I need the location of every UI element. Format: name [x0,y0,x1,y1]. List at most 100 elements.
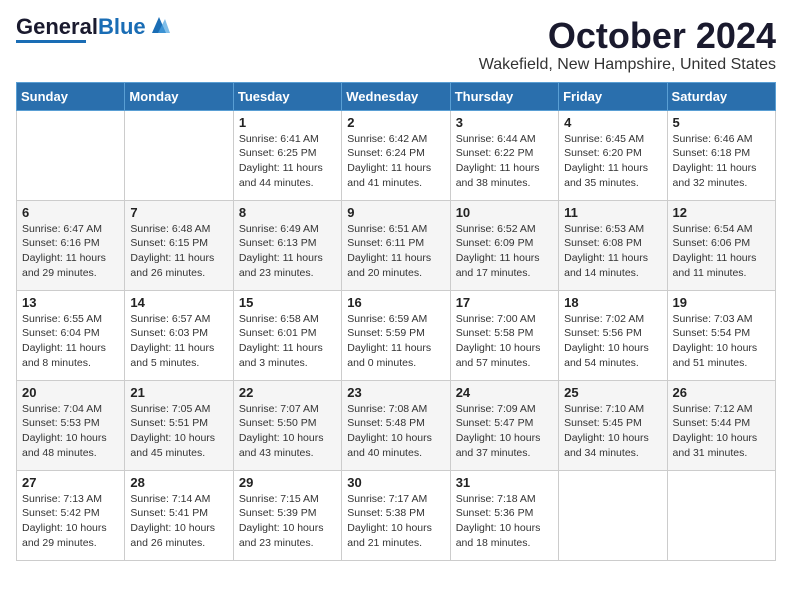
logo-general: General [16,14,98,39]
weekday-header: Thursday [450,82,558,110]
day-number: 30 [347,475,444,490]
calendar-cell: 27 Sunrise: 7:13 AMSunset: 5:42 PMDayligh… [17,470,125,560]
day-number: 6 [22,205,119,220]
day-number: 5 [673,115,770,130]
logo: GeneralBlue [16,16,170,43]
month-title: October 2024 [479,16,776,56]
day-info: Sunrise: 7:02 AMSunset: 5:56 PMDaylight:… [564,312,661,371]
day-info: Sunrise: 6:44 AMSunset: 6:22 PMDaylight:… [456,132,553,191]
day-number: 9 [347,205,444,220]
calendar-cell: 13Sunrise: 6:55 AMSunset: 6:04 PMDayligh… [17,290,125,380]
calendar-cell: 12Sunrise: 6:54 AMSunset: 6:06 PMDayligh… [667,200,775,290]
calendar-week-row: 6Sunrise: 6:47 AMSunset: 6:16 PMDaylight… [17,200,776,290]
calendar-cell: 2 Sunrise: 6:42 AMSunset: 6:24 PMDaylight… [342,110,450,200]
calendar-cell: 25 Sunrise: 7:10 AMSunset: 5:45 PMDayligh… [559,380,667,470]
day-info: Sunrise: 7:09 AMSunset: 5:47 PMDaylight:… [456,402,553,461]
calendar-cell: 20Sunrise: 7:04 AMSunset: 5:53 PMDayligh… [17,380,125,470]
day-number: 15 [239,295,336,310]
day-number: 24 [456,385,553,400]
day-info: Sunrise: 7:17 AMSunset: 5:38 PMDaylight:… [347,492,444,551]
calendar-cell: 15 Sunrise: 6:58 AMSunset: 6:01 PMDayligh… [233,290,341,380]
calendar-cell: 23 Sunrise: 7:08 AMSunset: 5:48 PMDayligh… [342,380,450,470]
day-info: Sunrise: 6:51 AMSunset: 6:11 PMDaylight:… [347,222,444,281]
calendar-cell: 16 Sunrise: 6:59 AMSunset: 5:59 PMDayligh… [342,290,450,380]
day-info: Sunrise: 6:58 AMSunset: 6:01 PMDaylight:… [239,312,336,371]
day-info: Sunrise: 7:13 AMSunset: 5:42 PMDaylight:… [22,492,119,551]
calendar-cell: 18 Sunrise: 7:02 AMSunset: 5:56 PMDayligh… [559,290,667,380]
calendar-cell: 31Sunrise: 7:18 AMSunset: 5:36 PMDayligh… [450,470,558,560]
calendar-cell: 6Sunrise: 6:47 AMSunset: 6:16 PMDaylight… [17,200,125,290]
calendar-cell: 21 Sunrise: 7:05 AMSunset: 5:51 PMDayligh… [125,380,233,470]
calendar-cell: 22 Sunrise: 7:07 AMSunset: 5:50 PMDayligh… [233,380,341,470]
day-number: 28 [130,475,227,490]
day-info: Sunrise: 6:57 AMSunset: 6:03 PMDaylight:… [130,312,227,371]
weekday-header: Wednesday [342,82,450,110]
calendar-cell: 5 Sunrise: 6:46 AMSunset: 6:18 PMDaylight… [667,110,775,200]
day-info: Sunrise: 6:49 AMSunset: 6:13 PMDaylight:… [239,222,336,281]
day-info: Sunrise: 6:48 AMSunset: 6:15 PMDaylight:… [130,222,227,281]
day-number: 11 [564,205,661,220]
calendar-week-row: 27 Sunrise: 7:13 AMSunset: 5:42 PMDayligh… [17,470,776,560]
weekday-header: Saturday [667,82,775,110]
day-number: 17 [456,295,553,310]
day-info: Sunrise: 7:14 AMSunset: 5:41 PMDaylight:… [130,492,227,551]
location: Wakefield, New Hampshire, United States [479,56,776,74]
calendar-week-row: 1 Sunrise: 6:41 AMSunset: 6:25 PMDaylight… [17,110,776,200]
calendar-week-row: 20Sunrise: 7:04 AMSunset: 5:53 PMDayligh… [17,380,776,470]
calendar-cell: 1 Sunrise: 6:41 AMSunset: 6:25 PMDaylight… [233,110,341,200]
calendar-cell: 4Sunrise: 6:45 AMSunset: 6:20 PMDaylight… [559,110,667,200]
weekday-header: Monday [125,82,233,110]
day-number: 8 [239,205,336,220]
day-number: 22 [239,385,336,400]
calendar-cell: 24 Sunrise: 7:09 AMSunset: 5:47 PMDayligh… [450,380,558,470]
day-number: 27 [22,475,119,490]
logo-text: GeneralBlue [16,16,146,38]
day-number: 14 [130,295,227,310]
day-number: 1 [239,115,336,130]
day-info: Sunrise: 6:41 AMSunset: 6:25 PMDaylight:… [239,132,336,191]
day-info: Sunrise: 6:46 AMSunset: 6:18 PMDaylight:… [673,132,770,191]
day-info: Sunrise: 7:15 AMSunset: 5:39 PMDaylight:… [239,492,336,551]
day-number: 19 [673,295,770,310]
weekday-header: Friday [559,82,667,110]
day-info: Sunrise: 6:59 AMSunset: 5:59 PMDaylight:… [347,312,444,371]
title-block: October 2024 Wakefield, New Hampshire, U… [479,16,776,74]
calendar-cell: 17 Sunrise: 7:00 AMSunset: 5:58 PMDayligh… [450,290,558,380]
day-info: Sunrise: 7:03 AMSunset: 5:54 PMDaylight:… [673,312,770,371]
day-info: Sunrise: 6:42 AMSunset: 6:24 PMDaylight:… [347,132,444,191]
day-info: Sunrise: 7:05 AMSunset: 5:51 PMDaylight:… [130,402,227,461]
day-info: Sunrise: 7:10 AMSunset: 5:45 PMDaylight:… [564,402,661,461]
day-number: 16 [347,295,444,310]
day-info: Sunrise: 7:07 AMSunset: 5:50 PMDaylight:… [239,402,336,461]
day-number: 10 [456,205,553,220]
calendar-cell [667,470,775,560]
day-number: 25 [564,385,661,400]
day-info: Sunrise: 6:45 AMSunset: 6:20 PMDaylight:… [564,132,661,191]
day-info: Sunrise: 6:55 AMSunset: 6:04 PMDaylight:… [22,312,119,371]
day-number: 3 [456,115,553,130]
day-info: Sunrise: 7:08 AMSunset: 5:48 PMDaylight:… [347,402,444,461]
calendar-cell [17,110,125,200]
day-number: 26 [673,385,770,400]
calendar-week-row: 13Sunrise: 6:55 AMSunset: 6:04 PMDayligh… [17,290,776,380]
calendar-cell: 11Sunrise: 6:53 AMSunset: 6:08 PMDayligh… [559,200,667,290]
calendar-header-row: SundayMondayTuesdayWednesdayThursdayFrid… [17,82,776,110]
weekday-header: Tuesday [233,82,341,110]
day-info: Sunrise: 7:18 AMSunset: 5:36 PMDaylight:… [456,492,553,551]
calendar-cell: 19 Sunrise: 7:03 AMSunset: 5:54 PMDayligh… [667,290,775,380]
day-number: 29 [239,475,336,490]
day-info: Sunrise: 7:00 AMSunset: 5:58 PMDaylight:… [456,312,553,371]
day-number: 12 [673,205,770,220]
weekday-header: Sunday [17,82,125,110]
calendar-cell: 7Sunrise: 6:48 AMSunset: 6:15 PMDaylight… [125,200,233,290]
day-number: 23 [347,385,444,400]
calendar-cell: 28 Sunrise: 7:14 AMSunset: 5:41 PMDayligh… [125,470,233,560]
day-info: Sunrise: 7:04 AMSunset: 5:53 PMDaylight:… [22,402,119,461]
calendar-cell: 9 Sunrise: 6:51 AMSunset: 6:11 PMDaylight… [342,200,450,290]
day-number: 2 [347,115,444,130]
calendar-cell: 26Sunrise: 7:12 AMSunset: 5:44 PMDayligh… [667,380,775,470]
page-header: GeneralBlue October 2024 Wakefield, New … [16,16,776,74]
day-number: 18 [564,295,661,310]
logo-line [16,40,86,43]
day-number: 21 [130,385,227,400]
